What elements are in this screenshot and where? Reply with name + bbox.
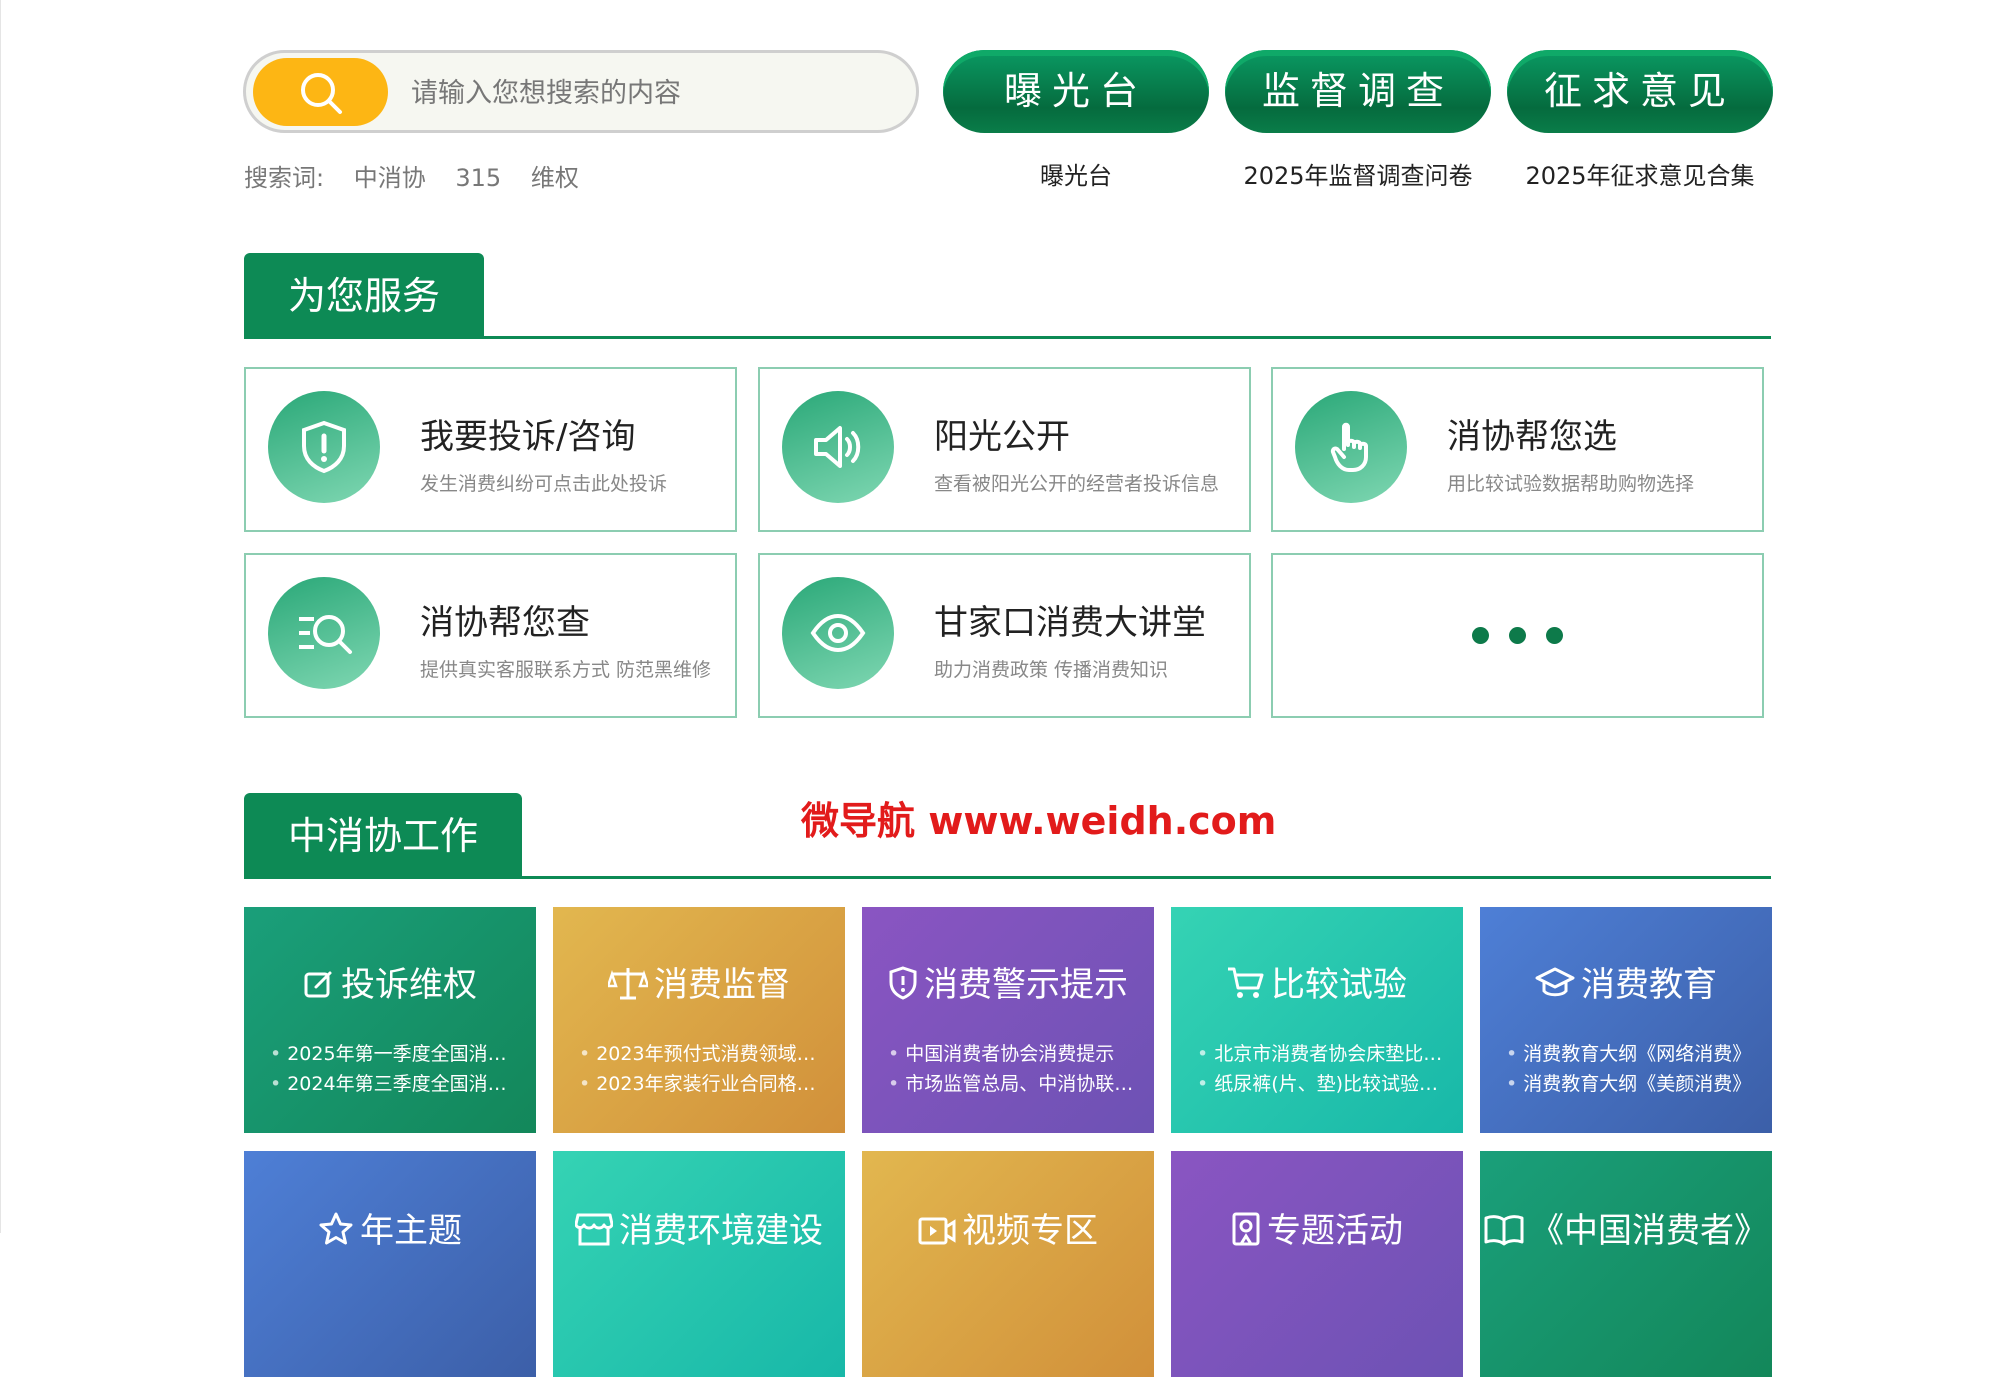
search-box (243, 50, 919, 133)
search-list-icon (268, 577, 408, 689)
opinion-solicitation-caption[interactable]: 2025年征求意见合集 (1507, 156, 1773, 191)
work-tile-magazine[interactable]: 《中国消费者》 (1480, 1151, 1772, 1377)
tile-list-item[interactable]: 消费教育大纲《美颜消费》 (1506, 1069, 1756, 1099)
card-desc: 提供真实客服联系方式 防范黑维修 (420, 659, 712, 681)
work-tile-complaint[interactable]: 投诉维权 2025年第一季度全国消协组织受理投诉情况分析 2024年第三季度全国… (244, 907, 536, 1133)
tile-title: 比较试验 (1171, 957, 1463, 1006)
speaker-icon (782, 391, 922, 503)
card-title: 我要投诉/咨询 (420, 417, 636, 457)
pointer-hand-icon (1295, 391, 1435, 503)
card-title: 消协帮您查 (420, 603, 590, 643)
edit-icon (304, 971, 332, 998)
exposure-platform-caption[interactable]: 曝光台 (943, 156, 1209, 191)
card-desc: 用比较试验数据帮助购物选择 (1447, 473, 1695, 495)
work-tile-annual-theme[interactable]: 年主题 (244, 1151, 536, 1377)
tile-list-item[interactable]: 中国消费者协会消费提示 (888, 1039, 1138, 1069)
tile-title: 专题活动 (1171, 1203, 1463, 1252)
hot-word-link[interactable]: 维权 (531, 164, 579, 192)
work-tile-education[interactable]: 消费教育 消费教育大纲《网络消费》 消费教育大纲《美颜消费》 (1480, 907, 1772, 1133)
page: 搜索词: 中消协 315 维权 曝光台 曝光台 监督调查 2025年监督调查问卷… (0, 0, 2002, 1377)
work-tile-video[interactable]: 视频专区 (862, 1151, 1154, 1377)
tile-list-item[interactable]: 2025年第一季度全国消协组织受理投诉情况分析 (270, 1039, 520, 1069)
tile-title: 《中国消费者》 (1480, 1203, 1772, 1252)
badge-icon (1232, 1212, 1260, 1246)
tile-list-item[interactable]: 纸尿裤(片、垫)比较试验结果 (1197, 1069, 1447, 1099)
work-section-title: 中消协工作 (244, 793, 523, 879)
tile-list-item[interactable]: 市场监管总局、中消协联合发布消费提示 (888, 1069, 1138, 1099)
scale-icon (606, 968, 650, 1000)
service-card-complaint[interactable]: 我要投诉/咨询 发生消费纠纷可点击此处投诉 (244, 367, 737, 532)
services-section-title: 为您服务 (244, 253, 485, 339)
work-tile-environment[interactable]: 消费环境建设 (553, 1151, 845, 1377)
tile-title: 投诉维权 (244, 957, 536, 1006)
work-section-header: 中消协工作 (244, 790, 1771, 879)
hot-words-label: 搜索词: (244, 164, 325, 192)
work-tile-supervision[interactable]: 消费监督 2023年预付式消费领域消费者权益保护报告 2023年家装行业合同格式… (553, 907, 845, 1133)
tile-title: 消费教育 (1480, 957, 1772, 1006)
exposure-platform-button[interactable]: 曝光台 (943, 50, 1209, 133)
service-card-sunshine[interactable]: 阳光公开 查看被阳光公开的经营者投诉信息 (758, 367, 1251, 532)
service-card-check[interactable]: 消协帮您查 提供真实客服联系方式 防范黑维修 (244, 553, 737, 718)
tile-list: 北京市消费者协会床垫比较试验结果 纸尿裤(片、垫)比较试验结果 (1197, 1039, 1447, 1099)
tile-list-item[interactable]: 2023年预付式消费领域消费者权益保护报告 (579, 1039, 829, 1069)
book-icon (1484, 1215, 1524, 1246)
video-icon (918, 1217, 956, 1245)
service-card-more[interactable] (1271, 553, 1764, 718)
hot-words: 搜索词: 中消协 315 维权 (244, 158, 579, 193)
star-icon (319, 1212, 353, 1245)
supervision-survey-caption[interactable]: 2025年监督调查问卷 (1225, 156, 1491, 191)
work-tile-special-events[interactable]: 专题活动 (1171, 1151, 1463, 1377)
tile-list-item[interactable]: 北京市消费者协会床垫比较试验结果 (1197, 1039, 1447, 1069)
tile-list: 消费教育大纲《网络消费》 消费教育大纲《美颜消费》 (1506, 1039, 1756, 1099)
work-tile-warning[interactable]: 消费警示提示 中国消费者协会消费提示 市场监管总局、中消协联合发布消费提示 (862, 907, 1154, 1133)
tile-list: 2023年预付式消费领域消费者权益保护报告 2023年家装行业合同格式条款评析报… (579, 1039, 829, 1099)
card-desc: 发生消费纠纷可点击此处投诉 (420, 473, 668, 495)
hot-word-link[interactable]: 中消协 (354, 164, 426, 192)
store-icon (574, 1213, 614, 1246)
opinion-solicitation-button[interactable]: 征求意见 (1507, 50, 1773, 133)
more-dots-icon (1273, 555, 1762, 716)
search-button[interactable] (253, 58, 388, 126)
eye-icon (782, 577, 922, 689)
search-icon (301, 73, 342, 114)
tile-list-item[interactable]: 2024年第三季度全国消协组织受理投诉情况分析 (270, 1069, 520, 1099)
tile-list-item[interactable]: 2023年家装行业合同格式条款评析报告 (579, 1069, 829, 1099)
card-title: 甘家口消费大讲堂 (934, 603, 1206, 643)
tile-title: 视频专区 (862, 1203, 1154, 1252)
card-desc: 查看被阳光公开的经营者投诉信息 (934, 473, 1220, 495)
graduation-cap-icon (1535, 967, 1575, 997)
supervision-survey-button[interactable]: 监督调查 (1225, 50, 1491, 133)
tile-title: 消费监督 (553, 957, 845, 1006)
card-title: 消协帮您选 (1447, 417, 1617, 457)
tile-title: 消费环境建设 (553, 1203, 845, 1252)
cart-icon (1228, 967, 1264, 998)
tile-title: 年主题 (244, 1203, 536, 1252)
shield-alert-icon (268, 391, 408, 503)
search-input[interactable] (409, 63, 893, 123)
services-section-header: 为您服务 (244, 250, 1771, 339)
card-desc: 助力消费政策 传播消费知识 (934, 659, 1169, 681)
card-title: 阳光公开 (934, 417, 1070, 457)
work-tile-comparison[interactable]: 比较试验 北京市消费者协会床垫比较试验结果 纸尿裤(片、垫)比较试验结果 (1171, 907, 1463, 1133)
hot-word-link[interactable]: 315 (455, 164, 501, 192)
tile-list-item[interactable]: 消费教育大纲《网络消费》 (1506, 1039, 1756, 1069)
shield-icon (889, 966, 917, 1000)
tile-title: 消费警示提示 (862, 957, 1154, 1006)
service-card-choose[interactable]: 消协帮您选 用比较试验数据帮助购物选择 (1271, 367, 1764, 532)
service-card-lecture[interactable]: 甘家口消费大讲堂 助力消费政策 传播消费知识 (758, 553, 1251, 718)
tile-list: 中国消费者协会消费提示 市场监管总局、中消协联合发布消费提示 (888, 1039, 1138, 1099)
tile-list: 2025年第一季度全国消协组织受理投诉情况分析 2024年第三季度全国消协组织受… (270, 1039, 520, 1099)
